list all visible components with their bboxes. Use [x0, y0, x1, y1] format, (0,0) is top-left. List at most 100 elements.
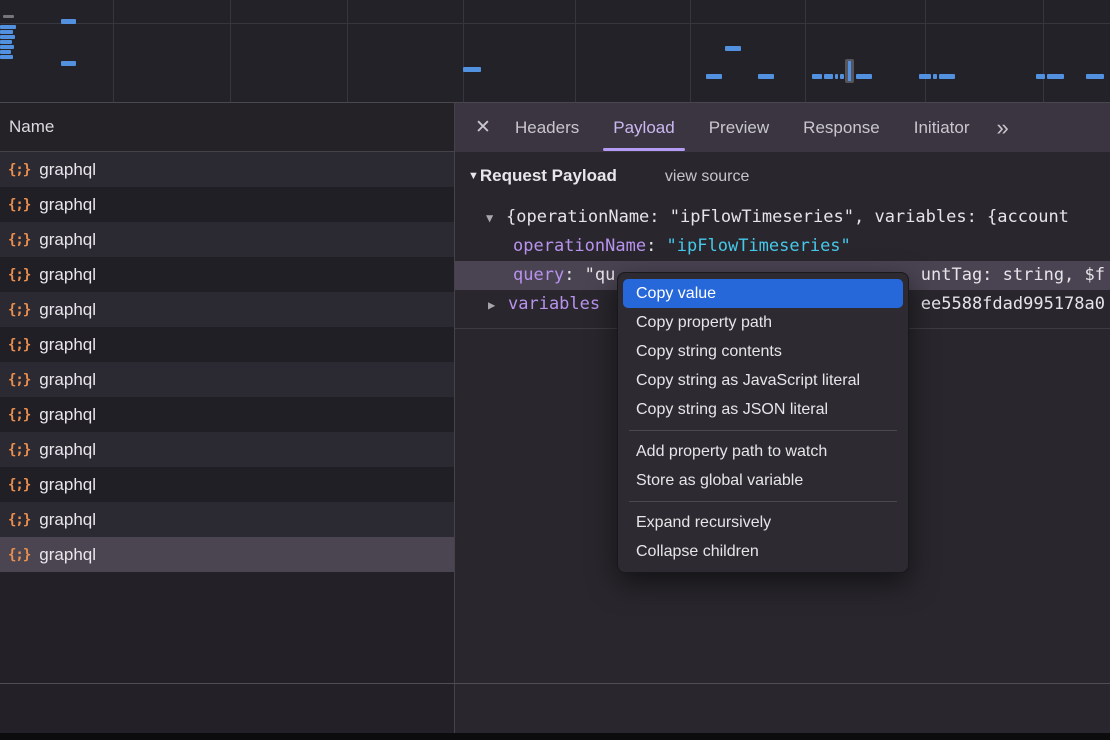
request-row[interactable]: {;}graphql: [0, 502, 454, 537]
property-value-right: ee5588fdad995178a0: [921, 290, 1105, 319]
timeline-grid-line: [347, 0, 348, 102]
network-request-bar: [812, 74, 822, 79]
tab-headers[interactable]: Headers: [498, 103, 596, 152]
request-list: {;} graphql {;} graphql {;} graphql {;} graphql…: [0, 152, 454, 572]
network-request-bar: [0, 40, 12, 44]
request-name-label: graphql: [39, 195, 96, 215]
request-name-label: graphql: [39, 335, 96, 355]
network-request-bar: [856, 74, 872, 79]
view-source-link[interactable]: view source: [665, 168, 749, 185]
request-payload-header[interactable]: ▼Request Payloadview source: [468, 166, 749, 186]
timeline-grid-line: [575, 0, 576, 102]
network-request-bar: [0, 25, 16, 29]
close-icon[interactable]: ✕: [468, 116, 498, 139]
network-request-bar: [1086, 74, 1104, 79]
network-request-bar: [835, 74, 838, 79]
context-menu-item-copy-string-contents[interactable]: Copy string contents: [623, 337, 903, 366]
context-menu-item-store-as-global-variable[interactable]: Store as global variable: [623, 466, 903, 495]
request-list-panel: Name {;}graphql{;}graphql{;}graphql{;}gr…: [0, 103, 454, 733]
tab-payload[interactable]: Payload: [596, 103, 691, 152]
context-menu: Copy valueCopy property pathCopy string …: [617, 272, 909, 573]
context-menu-item-copy-property-path[interactable]: Copy property path: [623, 308, 903, 337]
active-tab-underline: [603, 148, 684, 151]
key-separator: :: [646, 236, 666, 256]
json-braces-icon: {;}: [8, 407, 30, 423]
request-row[interactable]: {;}graphql: [0, 292, 454, 327]
request-name-label: graphql: [39, 370, 96, 390]
overview-timeline[interactable]: [0, 0, 1110, 103]
request-name-label: graphql: [39, 475, 96, 495]
request-name-label: graphql: [39, 545, 96, 565]
network-request-bar: [3, 15, 14, 18]
json-braces-icon: {;}: [8, 442, 30, 458]
json-braces-icon: {;}: [8, 162, 30, 178]
json-braces-icon: {;}: [8, 512, 30, 528]
property-key: operationName: [513, 236, 646, 256]
json-braces-icon: {;}: [8, 197, 30, 213]
context-menu-item-copy-string-as-javascript-literal[interactable]: Copy string as JavaScript literal: [623, 366, 903, 395]
tabs: HeadersPayloadPreviewResponseInitiator: [498, 103, 986, 152]
json-braces-icon: {;}: [8, 477, 30, 493]
expand-arrow-icon[interactable]: ▶: [488, 291, 508, 319]
context-menu-item-add-property-path-to-watch[interactable]: Add property path to watch: [623, 437, 903, 466]
payload-root-row[interactable]: ▼{operationName: "ipFlowTimeseries", var…: [455, 203, 1110, 232]
network-request-bar: [933, 74, 937, 79]
json-braces-icon: {;}: [8, 232, 30, 248]
network-request-bar: [0, 30, 13, 34]
tab-response[interactable]: Response: [786, 103, 897, 152]
timeline-grid-line: [230, 0, 231, 102]
request-row[interactable]: {;} graphql: [0, 257, 454, 292]
network-request-bar: [1047, 74, 1064, 79]
context-menu-item-expand-recursively[interactable]: Expand recursively: [623, 508, 903, 537]
timeline-grid-line: [1043, 0, 1044, 102]
property-key: query: [513, 265, 564, 285]
section-collapse-icon[interactable]: ▼: [468, 170, 479, 182]
context-menu-item-copy-value[interactable]: Copy value: [623, 279, 903, 308]
network-request-bar: [758, 74, 774, 79]
request-row[interactable]: {;} graphql: [0, 467, 454, 502]
detail-tabbar: ✕ HeadersPayloadPreviewResponseInitiator…: [455, 103, 1110, 152]
tab-preview[interactable]: Preview: [692, 103, 786, 152]
json-braces-icon: {;}: [8, 267, 30, 283]
context-menu-item-copy-string-as-json-literal[interactable]: Copy string as JSON literal: [623, 395, 903, 424]
context-menu-item-collapse-children[interactable]: Collapse children: [623, 537, 903, 566]
network-request-bar: [1036, 74, 1045, 79]
key-separator: :: [564, 265, 584, 285]
devtools-network-panel: Name {;}graphql{;}graphql{;}graphql{;}gr…: [0, 0, 1110, 740]
request-row[interactable]: {;} graphql: [0, 327, 454, 362]
network-request-bar: [939, 74, 955, 79]
tab-overflow-icon[interactable]: »: [996, 115, 1008, 141]
property-value-left: "qu: [585, 265, 616, 285]
network-request-bar: [706, 74, 722, 79]
network-request-bar: [824, 74, 833, 79]
timeline-grid-line: [690, 0, 691, 102]
request-row[interactable]: {;} graphql: [0, 397, 454, 432]
network-request-bar: [463, 67, 481, 72]
request-name-label: graphql: [39, 160, 96, 180]
collapse-arrow-icon[interactable]: ▼: [486, 204, 506, 232]
network-request-bar: [840, 74, 844, 79]
json-braces-icon: {;}: [8, 337, 30, 353]
request-row[interactable]: {;} graphql: [0, 432, 454, 467]
request-row[interactable]: {;} graphql: [0, 537, 454, 572]
request-name-label: graphql: [39, 230, 96, 250]
tab-initiator[interactable]: Initiator: [897, 103, 987, 152]
request-row[interactable]: {;} graphql: [0, 187, 454, 222]
request-row[interactable]: {;} graphql: [0, 152, 454, 187]
menu-separator: [629, 501, 897, 502]
operation-name-row[interactable]: operationName: "ipFlowTimeseries": [455, 232, 1110, 261]
json-braces-icon: {;}: [8, 547, 30, 563]
window-bottom-edge: [0, 733, 1110, 740]
request-name-label: graphql: [39, 265, 96, 285]
column-header-name[interactable]: Name: [0, 103, 454, 152]
request-row[interactable]: {;} graphql: [0, 222, 454, 257]
selected-request-bar: [848, 61, 851, 81]
network-request-bar: [0, 45, 14, 49]
property-value: "ipFlowTimeseries": [667, 236, 851, 256]
request-name-label: graphql: [39, 300, 96, 320]
request-row[interactable]: {;} graphql: [0, 362, 454, 397]
json-braces-icon: {;}: [8, 372, 30, 388]
selected-request-marker: [845, 59, 854, 83]
request-name-label: graphql: [39, 405, 96, 425]
request-name-label: graphql: [39, 440, 96, 460]
